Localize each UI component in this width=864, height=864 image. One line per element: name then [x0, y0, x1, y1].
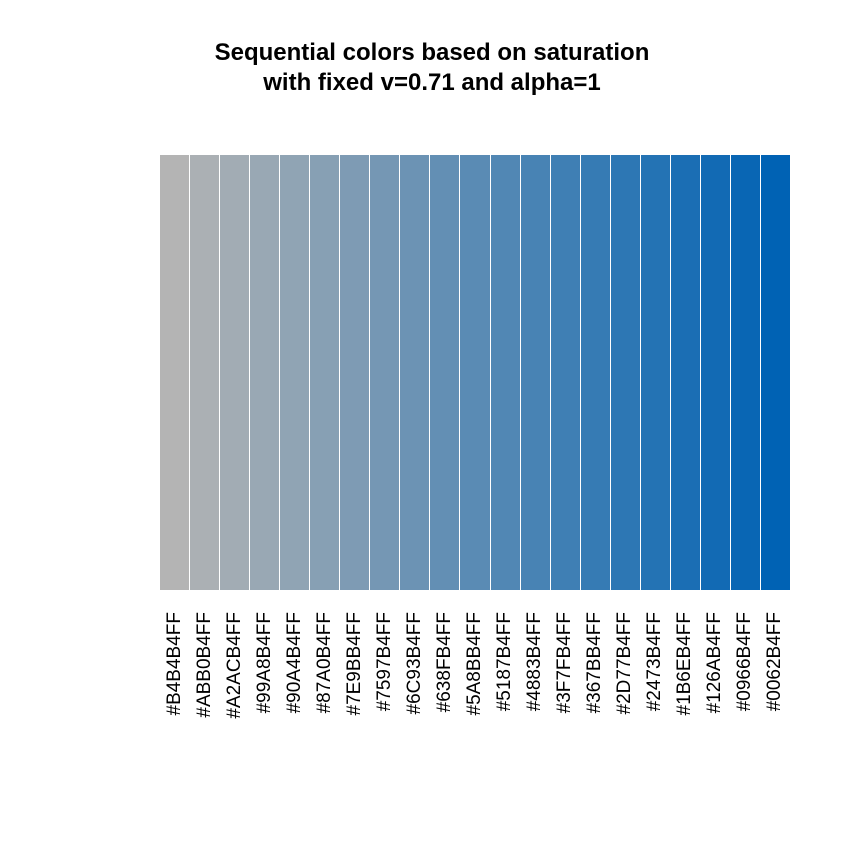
color-swatch: [400, 155, 430, 590]
x-tick-label: #638FB4FF: [434, 612, 456, 712]
x-axis-labels: #B4B4B4FF #ABB0B4FF #A2ACB4FF #99A8B4FF #90A…: [160, 612, 790, 812]
color-swatch: [430, 155, 460, 590]
x-tick-label: #4883B4FF: [524, 612, 546, 711]
x-tick: #A2ACB4FF: [220, 612, 250, 812]
color-swatch: [460, 155, 490, 590]
x-tick: #7E9BB4FF: [340, 612, 370, 812]
color-swatch: [160, 155, 190, 590]
x-tick: #126AB4FF: [700, 612, 730, 812]
x-tick: #99A8B4FF: [250, 612, 280, 812]
x-tick: #1B6EB4FF: [670, 612, 700, 812]
x-tick: #2D77B4FF: [610, 612, 640, 812]
color-swatch: [611, 155, 641, 590]
color-swatch: [581, 155, 611, 590]
x-tick-label: #5187B4FF: [494, 612, 516, 711]
x-tick: #7597B4FF: [370, 612, 400, 812]
chart-title-line-2: with fixed v=0.71 and alpha=1: [0, 68, 864, 98]
x-tick: #6C93B4FF: [400, 612, 430, 812]
x-tick: #5A8BB4FF: [460, 612, 490, 812]
color-swatch: [340, 155, 370, 590]
x-tick-label: #2D77B4FF: [614, 612, 636, 714]
x-tick: #87A0B4FF: [310, 612, 340, 812]
color-swatch: [280, 155, 310, 590]
x-tick: #5187B4FF: [490, 612, 520, 812]
color-swatch: [370, 155, 400, 590]
color-swatch: [491, 155, 521, 590]
color-swatch: [551, 155, 581, 590]
color-swatch: [521, 155, 551, 590]
x-tick-label: #6C93B4FF: [404, 612, 426, 714]
x-tick: #ABB0B4FF: [190, 612, 220, 812]
x-tick: #0966B4FF: [730, 612, 760, 812]
color-swatch-row: [160, 155, 790, 590]
x-tick-label: #0966B4FF: [734, 612, 756, 711]
x-tick-label: #ABB0B4FF: [194, 612, 216, 718]
color-swatch: [701, 155, 731, 590]
x-tick: #367BB4FF: [580, 612, 610, 812]
chart-title: Sequential colors based on saturation wi…: [0, 38, 864, 98]
x-tick-label: #367BB4FF: [584, 612, 606, 713]
color-swatch: [310, 155, 340, 590]
x-tick-label: #87A0B4FF: [314, 612, 336, 713]
color-swatch: [190, 155, 220, 590]
x-tick: #2473B4FF: [640, 612, 670, 812]
color-swatch: [220, 155, 250, 590]
x-tick-label: #2473B4FF: [644, 612, 666, 711]
color-swatch: [641, 155, 671, 590]
x-tick: #4883B4FF: [520, 612, 550, 812]
x-tick: #0062B4FF: [760, 612, 790, 812]
x-tick: #638FB4FF: [430, 612, 460, 812]
x-tick-label: #99A8B4FF: [254, 612, 276, 713]
x-tick: #B4B4B4FF: [160, 612, 190, 812]
x-tick-label: #126AB4FF: [704, 612, 726, 713]
x-tick-label: #3F7FB4FF: [554, 612, 576, 713]
x-tick-label: #90A4B4FF: [284, 612, 306, 713]
color-swatch: [761, 155, 790, 590]
chart-title-line-1: Sequential colors based on saturation: [0, 38, 864, 68]
x-tick-label: #5A8BB4FF: [464, 612, 486, 716]
x-tick-label: #7597B4FF: [374, 612, 396, 711]
x-tick-label: #0062B4FF: [764, 612, 786, 711]
x-tick-label: #B4B4B4FF: [164, 612, 186, 716]
x-tick: #3F7FB4FF: [550, 612, 580, 812]
x-tick-label: #1B6EB4FF: [674, 612, 696, 716]
color-swatch: [671, 155, 701, 590]
color-swatch: [731, 155, 761, 590]
x-tick-label: #A2ACB4FF: [224, 612, 246, 719]
x-tick-label: #7E9BB4FF: [344, 612, 366, 716]
x-tick: #90A4B4FF: [280, 612, 310, 812]
color-swatch: [250, 155, 280, 590]
